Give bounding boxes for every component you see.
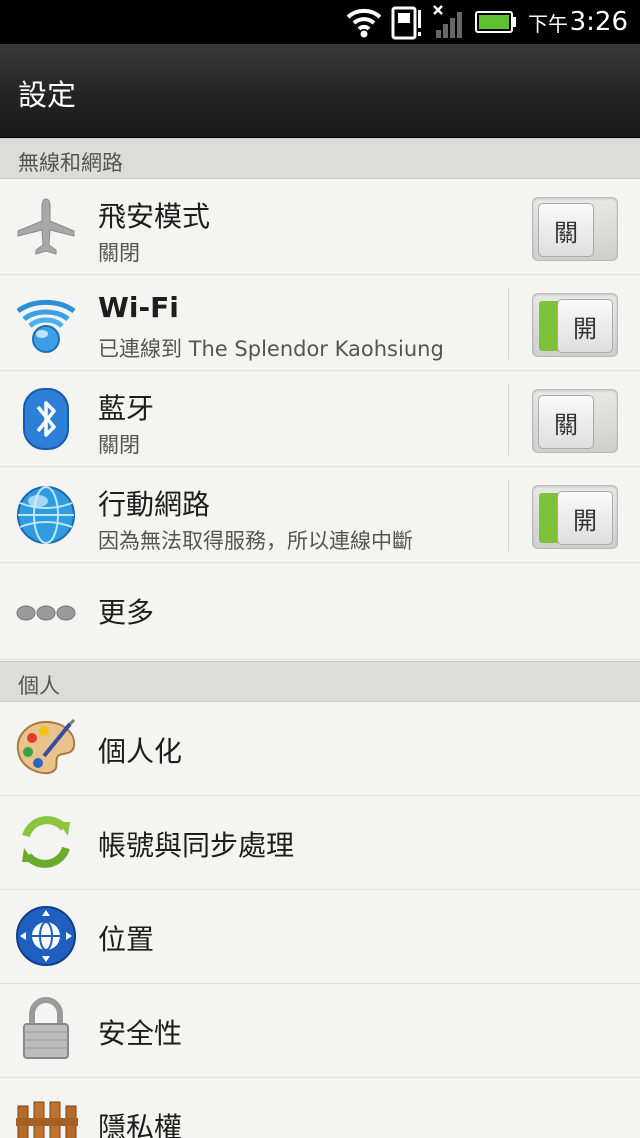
settings-item-more[interactable]: 更多 xyxy=(0,563,640,660)
toggle-label: 關 xyxy=(538,395,594,449)
palette-icon xyxy=(16,718,76,775)
status-time: 3:26 xyxy=(569,7,628,37)
toggle-label: 關 xyxy=(538,203,594,257)
settings-item-location[interactable]: 位置 xyxy=(0,890,640,984)
item-subtitle: 關閉 xyxy=(98,433,140,457)
padlock-icon xyxy=(23,997,69,1059)
item-title: 行動網路 xyxy=(98,488,211,521)
toggle-on-indicator xyxy=(539,493,559,543)
sim-card-icon xyxy=(391,6,421,40)
toggle-label: 開 xyxy=(557,491,613,545)
item-title: 飛安模式 xyxy=(98,200,211,233)
status-ampm: 下午 xyxy=(528,11,568,36)
item-subtitle: 因為無法取得服務，所以連線中斷 xyxy=(98,529,413,553)
settings-item-security[interactable]: 安全性 xyxy=(0,984,640,1078)
settings-item-bluetooth[interactable]: 藍牙 關閉 關 xyxy=(0,371,640,467)
location-compass-icon xyxy=(16,906,76,966)
wifi-toggle[interactable]: 開 xyxy=(532,293,618,357)
fence-icon xyxy=(16,1101,78,1138)
wifi-icon xyxy=(16,299,76,353)
section-label: 無線和網路 xyxy=(18,151,123,175)
settings-item-accounts-sync[interactable]: 帳號與同步處理 xyxy=(0,796,640,890)
item-title: 位置 xyxy=(98,923,155,956)
item-title: 更多 xyxy=(98,596,155,629)
settings-item-wifi[interactable]: Wi-Fi 已連線到 The Splendor Kaohsiung 開 xyxy=(0,275,640,371)
more-dots-icon xyxy=(16,605,76,621)
status-bar: 下午 3:26 xyxy=(0,0,640,44)
divider xyxy=(508,287,509,359)
settings-item-personalize[interactable]: 個人化 xyxy=(0,702,640,796)
item-title: 安全性 xyxy=(98,1017,183,1050)
globe-network-icon xyxy=(17,486,75,544)
toggle-on-indicator xyxy=(539,301,559,351)
section-header-personal: 個人 xyxy=(0,661,640,702)
section-header-wireless: 無線和網路 xyxy=(0,138,640,179)
sync-icon xyxy=(22,816,70,868)
divider xyxy=(508,479,509,551)
item-title: Wi-Fi xyxy=(98,291,179,324)
toggle-label: 開 xyxy=(557,299,613,353)
settings-item-mobile-network[interactable]: 行動網路 因為無法取得服務，所以連線中斷 開 xyxy=(0,467,640,563)
divider xyxy=(508,383,509,455)
bluetooth-toggle[interactable]: 關 xyxy=(532,389,618,453)
cell-signal-icon xyxy=(433,5,462,38)
wifi-signal-icon xyxy=(346,8,382,38)
item-subtitle: 關閉 xyxy=(98,241,140,265)
item-title: 隱私權 xyxy=(98,1111,183,1138)
item-title: 個人化 xyxy=(98,735,183,768)
bluetooth-icon xyxy=(23,388,69,450)
battery-icon xyxy=(475,11,516,33)
page-title: 設定 xyxy=(18,78,77,112)
settings-item-airplane-mode[interactable]: 飛安模式 關閉 關 xyxy=(0,179,640,275)
mobile-network-toggle[interactable]: 開 xyxy=(532,485,618,549)
item-title: 帳號與同步處理 xyxy=(98,829,295,862)
settings-item-privacy[interactable]: 隱私權 xyxy=(0,1078,640,1138)
airplane-icon xyxy=(17,198,75,255)
airplane-mode-toggle[interactable]: 關 xyxy=(532,197,618,261)
section-label: 個人 xyxy=(18,674,60,698)
item-title: 藍牙 xyxy=(98,392,155,425)
action-bar: 設定 xyxy=(0,44,640,138)
item-subtitle: 已連線到 The Splendor Kaohsiung xyxy=(98,337,444,361)
